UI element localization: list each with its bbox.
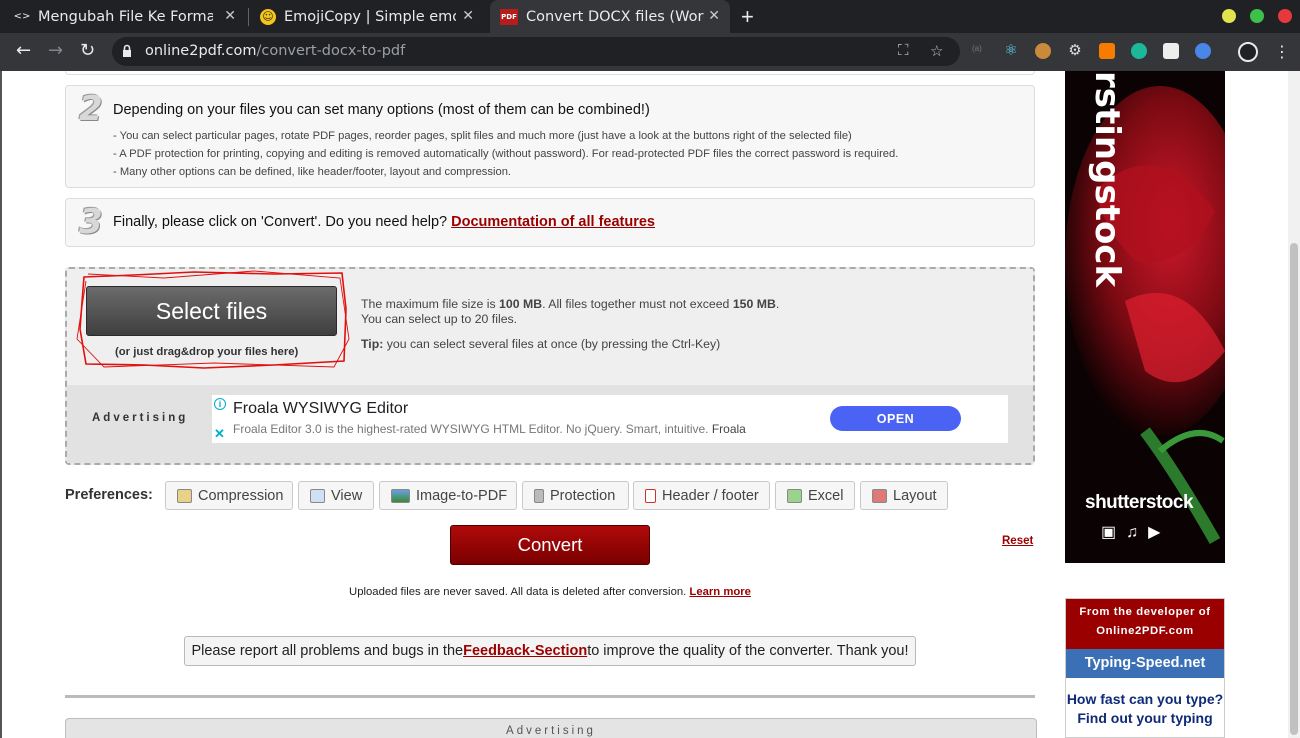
emoji-icon: ☺ (260, 8, 276, 25)
extension-icon[interactable]: (a) (972, 44, 988, 60)
promo-header: From the developer of Online2PDF.com (1066, 599, 1224, 649)
learn-more-link[interactable]: Learn more (689, 586, 751, 598)
tab-title: Mengubah File Ke Format (38, 8, 213, 25)
image-to-pdf-button[interactable]: Image-to-PDF (379, 481, 517, 510)
feedback-section-link[interactable]: Feedback-Section (463, 643, 587, 659)
step-title: Depending on your files you can set many… (113, 102, 650, 118)
step-2-box: 2 Depending on your files you can set ma… (65, 85, 1035, 188)
select-files-button[interactable]: Select files (86, 286, 337, 336)
tab-3-active[interactable]: PDF Convert DOCX files (Word ✕ (490, 0, 730, 33)
step-1-box-partial (65, 71, 1035, 75)
magnifier-icon (310, 488, 325, 503)
shutterstock-ad[interactable]: rstingstοck shutterstοck ▣♫▶ (1065, 71, 1225, 563)
shutterstock-logo: shutterstοck (1085, 492, 1194, 513)
minimize-button[interactable] (1222, 9, 1236, 23)
ad-open-button[interactable]: OPEN (830, 406, 961, 431)
protection-button[interactable]: Protection (522, 481, 629, 510)
view-button[interactable]: View (298, 481, 374, 510)
reset-link[interactable]: Reset (1002, 535, 1033, 547)
advertising-row: Advertising i ✕ Froala WYSIWYG Editor Fr… (67, 385, 1033, 463)
profile-avatar-icon[interactable] (1238, 42, 1258, 62)
step-title: Finally, please click on 'Convert'. Do y… (113, 214, 655, 230)
feedback-banner: Please report all problems and bugs in t… (184, 636, 916, 666)
ad-info-icon[interactable]: i (214, 398, 226, 410)
advertising-label: Advertising (92, 412, 189, 424)
scrollbar-thumb[interactable] (1290, 243, 1298, 735)
react-extension-icon[interactable]: ⚛ (1003, 43, 1019, 59)
tip-info: Tip: you can select several files at onc… (361, 337, 721, 351)
notes-extension-icon[interactable] (1163, 43, 1179, 59)
documentation-link[interactable]: Documentation of all features (451, 214, 655, 230)
lock-icon (123, 44, 131, 57)
cookie-extension-icon[interactable] (1035, 43, 1051, 59)
ad-close-icon[interactable]: ✕ (214, 426, 225, 442)
menu-kebab-icon[interactable]: ⋮ (1274, 42, 1290, 61)
step-line: - A PDF protection for printing, copying… (113, 148, 899, 160)
froala-ad[interactable]: i ✕ Froala WYSIWYG Editor Froala Editor … (212, 395, 1008, 443)
promo-question: How fast can you type? Find out your typ… (1066, 691, 1224, 726)
step-line: - You can select particular pages, rotat… (113, 130, 852, 142)
gear-extension-icon[interactable]: ⚙ (1067, 43, 1083, 59)
tab-title: Convert DOCX files (Word (526, 8, 704, 25)
globe-extension-icon[interactable] (1195, 43, 1211, 59)
file-count-info: You can select up to 20 files. (361, 312, 518, 326)
developer-promo-box[interactable]: From the developer of Online2PDF.com Typ… (1065, 598, 1225, 738)
tab-2[interactable]: ☺ EmojiCopy | Simple emoji ✕ (252, 0, 484, 33)
forward-icon[interactable]: → (48, 40, 63, 61)
address-bar[interactable]: online2pdf.com/convert-docx-to-pdf ⛶ ☆ (112, 37, 960, 66)
close-tab-icon[interactable]: ✕ (462, 8, 474, 24)
step-number: 3 (79, 202, 103, 242)
drag-drop-hint: (or just drag&drop your files here) (115, 346, 299, 358)
close-window-button[interactable] (1278, 9, 1292, 23)
compression-button[interactable]: Compression (165, 481, 293, 510)
media-icons: ▣♫▶ (1101, 524, 1171, 541)
ad-title[interactable]: Froala WYSIWYG Editor (233, 400, 408, 418)
preferences-label: Preferences: (65, 487, 153, 503)
chart-extension-icon[interactable] (1099, 43, 1115, 59)
step-number: 2 (79, 89, 103, 129)
tab-1[interactable]: <> Mengubah File Ke Format ✕ (14, 0, 246, 33)
close-tab-icon[interactable]: ✕ (224, 8, 236, 24)
page-scrollbar[interactable] (1288, 71, 1300, 738)
tab-title: EmojiCopy | Simple emoji (284, 8, 456, 25)
tab-bar: <> Mengubah File Ke Format ✕ ☺ EmojiCopy… (0, 0, 1300, 33)
typing-speed-link[interactable]: Typing-Speed.net (1066, 649, 1224, 678)
close-tab-icon[interactable]: ✕ (708, 8, 720, 24)
maximize-button[interactable] (1250, 9, 1264, 23)
layout-grid-icon (872, 488, 887, 503)
privacy-note: Uploaded files are never saved. All data… (349, 586, 751, 598)
file-size-info: The maximum file size is 100 MB. All fil… (361, 297, 780, 311)
header-footer-button[interactable]: Header / footer (633, 481, 770, 510)
image-icon (391, 488, 410, 503)
upload-area[interactable]: Select files (or just drag&drop your fil… (65, 267, 1035, 465)
excel-icon (787, 488, 802, 503)
pdf-icon: PDF (500, 8, 518, 25)
shutterstock-vertical-text: rstingstοck (1087, 71, 1127, 288)
step-line: - Many other options can be defined, lik… (113, 166, 512, 178)
reload-icon[interactable]: ↻ (80, 40, 95, 61)
divider (65, 695, 1035, 698)
advertising-label: Advertising (506, 725, 596, 737)
bottom-advertising: Advertising (65, 718, 1037, 738)
page-icon (645, 488, 656, 503)
back-icon[interactable]: ← (16, 40, 31, 61)
new-tab-button[interactable]: + (741, 4, 754, 30)
code-icon: <> (13, 11, 31, 22)
m-extension-icon[interactable] (1131, 43, 1147, 59)
layout-button[interactable]: Layout (860, 481, 948, 510)
translate-icon[interactable]: ⛶ (898, 42, 909, 59)
step-3-box: 3 Finally, please click on 'Convert'. Do… (65, 198, 1035, 247)
excel-button[interactable]: Excel (775, 481, 855, 510)
convert-button[interactable]: Convert (450, 525, 650, 565)
page-content: 2 Depending on your files you can set ma… (0, 71, 1300, 738)
url-text: online2pdf.com/convert-docx-to-pdf (145, 43, 406, 59)
ad-description: Froala Editor 3.0 is the highest-rated W… (233, 422, 746, 436)
bookmark-star-icon[interactable]: ☆ (930, 42, 943, 60)
lock-icon (534, 488, 544, 503)
compression-icon (177, 488, 192, 503)
